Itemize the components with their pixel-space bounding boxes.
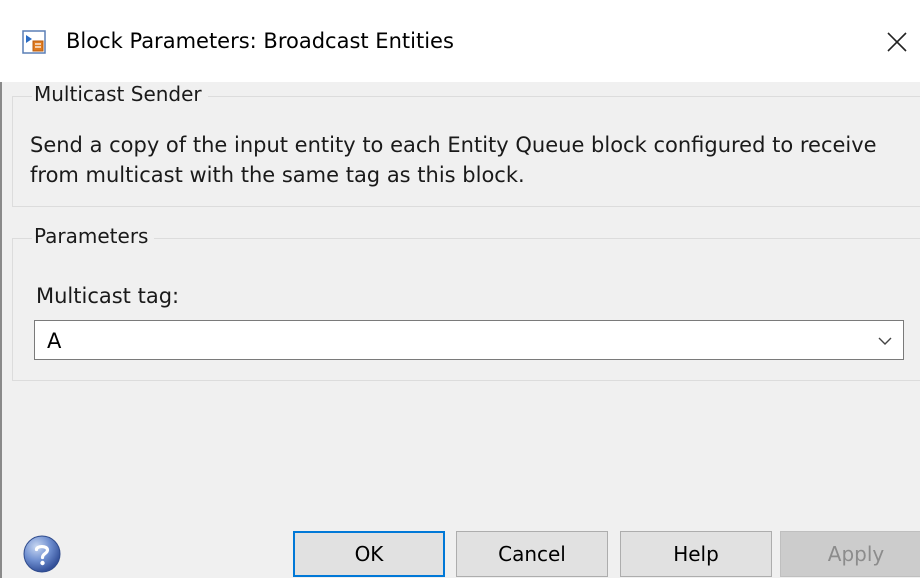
multicast-tag-value: A: [47, 329, 62, 353]
apply-button[interactable]: Apply: [780, 531, 920, 577]
group-frame: [12, 96, 14, 207]
window-title: Block Parameters: Broadcast Entities: [66, 29, 454, 53]
cancel-button[interactable]: Cancel: [456, 531, 608, 577]
simulink-block-icon: [22, 30, 46, 54]
help-icon[interactable]: [22, 534, 62, 574]
ok-button[interactable]: OK: [293, 531, 445, 577]
chevron-down-icon: [878, 337, 892, 345]
multicast-tag-select[interactable]: A: [34, 320, 904, 360]
group-divider: [12, 206, 920, 207]
title-bar: Block Parameters: Broadcast Entities: [0, 0, 920, 82]
close-icon[interactable]: [878, 22, 914, 62]
multicast-tag-label: Multicast tag:: [36, 284, 180, 308]
help-button[interactable]: Help: [620, 531, 772, 577]
window-left-edge: [0, 82, 2, 578]
block-parameters-dialog: Block Parameters: Broadcast Entities Mul…: [0, 0, 920, 578]
group-frame: [12, 238, 14, 381]
group-divider: [12, 380, 920, 381]
group-title-multicast-sender: Multicast Sender: [32, 82, 208, 106]
block-description: Send a copy of the input entity to each …: [30, 133, 877, 187]
group-title-parameters: Parameters: [32, 224, 155, 248]
